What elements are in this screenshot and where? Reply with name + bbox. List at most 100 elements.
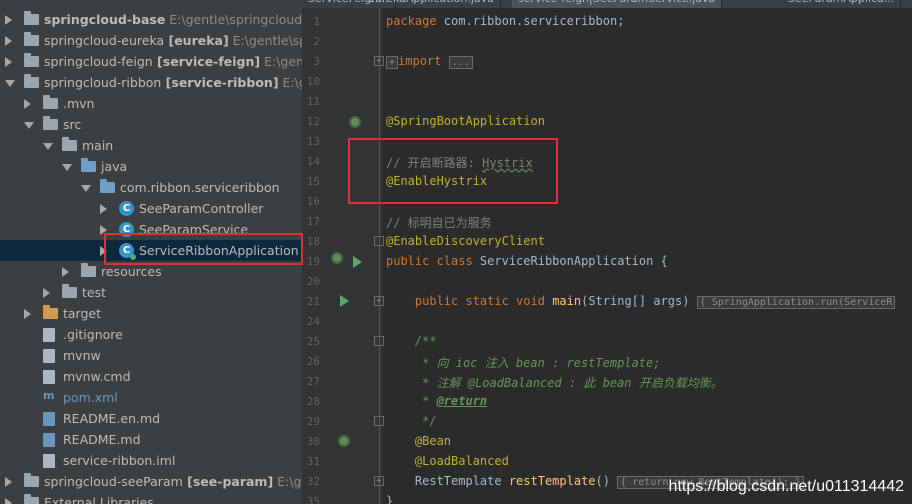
chevron-down-icon[interactable] — [24, 122, 34, 129]
spring-bean-icon[interactable] — [338, 435, 350, 447]
chevron-right-icon[interactable] — [5, 498, 12, 504]
tree-node-label: mvnw.cmd — [63, 369, 131, 384]
chevron-right-icon[interactable] — [24, 309, 31, 319]
watermark: https://blog.csdn.net/u011314442 — [668, 478, 904, 495]
run-icon[interactable] — [340, 295, 349, 307]
editor-tab[interactable]: service-feign|SeeParamService.java — [512, 0, 723, 8]
code-line: } — [386, 494, 393, 504]
line-number: 13 — [306, 135, 320, 148]
tree-node-label: test — [82, 285, 106, 300]
tree-node[interactable]: target — [0, 303, 302, 324]
chevron-right-icon[interactable] — [5, 15, 12, 25]
tree-node[interactable]: m pom.xml — [0, 387, 302, 408]
chevron-right-icon[interactable] — [100, 246, 107, 256]
fold-expand-icon[interactable]: + — [374, 476, 384, 486]
code-token: main — [552, 294, 582, 308]
editor-tab[interactable]: SeeParamApplica... — [782, 0, 902, 8]
tree-node[interactable]: C SeeParamController — [0, 198, 302, 219]
folded-code[interactable]: ... — [448, 56, 473, 69]
tree-node-name: springcloud-base — [44, 12, 166, 27]
tree-node[interactable]: com.ribbon.serviceribbon — [0, 177, 302, 198]
tree-node-label: springcloud-eureka [eureka] E:\gentle\sp… — [44, 33, 302, 48]
tree-node[interactable]: src — [0, 114, 302, 135]
tree-node[interactable]: mvnw — [0, 345, 302, 366]
line-number: 27 — [306, 375, 320, 388]
chevron-right-icon[interactable] — [100, 225, 107, 235]
code-line: @EnableHystrix — [386, 174, 487, 188]
chevron-right-icon[interactable] — [43, 288, 50, 298]
tree-node-name: springcloud-ribbon — [44, 75, 162, 90]
tree-node[interactable]: mvnw.cmd — [0, 366, 302, 387]
spring-bean-icon[interactable] — [349, 116, 361, 128]
tree-node[interactable]: .gitignore — [0, 324, 302, 345]
code-token: @EnableHystrix — [386, 174, 488, 188]
line-number: 19 — [306, 255, 320, 268]
code-line: @EnableDiscoveryClient — [386, 234, 545, 248]
line-number: 17 — [306, 215, 320, 228]
tree-node[interactable]: README.en.md — [0, 408, 302, 429]
fold-expand-icon[interactable]: + — [374, 56, 384, 66]
tree-node[interactable]: main — [0, 135, 302, 156]
module-name: [eureka] — [164, 33, 229, 48]
run-icon[interactable] — [353, 256, 362, 268]
line-number: 30 — [306, 435, 320, 448]
chevron-down-icon[interactable] — [43, 143, 53, 150]
tree-node[interactable]: resources — [0, 261, 302, 282]
code-line: public static void main(String[] args) {… — [386, 294, 896, 309]
fold-collapse-icon[interactable] — [374, 416, 384, 426]
module-path: E:\gentle\sprir — [232, 33, 302, 48]
chevron-right-icon[interactable] — [62, 267, 69, 277]
module-folder-icon — [24, 473, 39, 487]
line-number: 10 — [306, 75, 320, 88]
tree-node[interactable]: springcloud-eureka [eureka] E:\gentle\sp… — [0, 30, 302, 51]
line-number: 25 — [306, 335, 320, 348]
tree-node[interactable]: C SeeParamService — [0, 219, 302, 240]
library-icon — [24, 494, 39, 504]
tree-node-name: .gitignore — [63, 327, 123, 342]
tree-node-name: springcloud-seeParam — [44, 474, 183, 489]
chevron-right-icon[interactable] — [5, 57, 12, 67]
tree-node[interactable]: C ServiceRibbonApplication — [0, 240, 302, 261]
tree-node[interactable]: springcloud-feign [service-feign] E:\gen… — [0, 51, 302, 72]
code-token: @EnableDiscoveryClient — [386, 234, 545, 248]
editor-tab[interactable]: EurekaApplication.java — [362, 0, 501, 8]
code-token: Hystrix — [482, 156, 533, 170]
tree-node[interactable]: test — [0, 282, 302, 303]
tree-node-label: main — [82, 138, 113, 153]
tree-node[interactable]: .mvn — [0, 93, 302, 114]
chevron-right-icon[interactable] — [100, 204, 107, 214]
tree-node-name: test — [82, 285, 107, 300]
chevron-right-icon[interactable] — [24, 99, 31, 109]
code-token: * 注解 @LoadBalanced : 此 bean 开启负载均衡。 — [422, 376, 723, 390]
chevron-down-icon[interactable] — [81, 185, 91, 192]
tree-node-label: .mvn — [63, 96, 94, 111]
file-icon — [43, 370, 55, 384]
fold-collapse-icon[interactable] — [374, 336, 384, 346]
folded-code[interactable]: + — [386, 56, 399, 69]
chevron-down-icon[interactable] — [62, 164, 72, 171]
tree-node-name: README.en.md — [63, 411, 161, 426]
fold-expand-icon[interactable]: + — [374, 296, 384, 306]
tree-node-label: java — [101, 159, 127, 174]
code-token: (String[] args) — [581, 294, 697, 308]
chevron-down-icon[interactable] — [5, 80, 15, 87]
code-token: RestTemplate — [386, 474, 509, 488]
folded-code[interactable]: { SpringApplication.run(ServiceR — [696, 296, 896, 309]
tree-node-label: springcloud-base E:\gentle\springcloud-b… — [44, 12, 302, 27]
spring-bean-icon[interactable] — [331, 252, 343, 264]
tree-node-name: SeeParamController — [139, 201, 264, 216]
tree-node[interactable]: springcloud-ribbon [service-ribbon] E:\g… — [0, 72, 302, 93]
code-token: // 开启断路器: — [386, 156, 483, 170]
tree-node[interactable]: External Libraries — [0, 492, 302, 504]
chevron-right-icon[interactable] — [5, 36, 12, 46]
tree-node[interactable]: java — [0, 156, 302, 177]
fold-collapse-icon[interactable] — [374, 236, 384, 246]
chevron-right-icon[interactable] — [5, 477, 12, 487]
tree-node[interactable]: springcloud-base E:\gentle\springcloud-b… — [0, 9, 302, 30]
tree-node[interactable]: springcloud-seeParam [see-param] E:\gent — [0, 471, 302, 492]
tree-node[interactable]: README.md — [0, 429, 302, 450]
tree-node-label: com.ribbon.serviceribbon — [120, 180, 280, 195]
tree-node[interactable]: service-ribbon.iml — [0, 450, 302, 471]
